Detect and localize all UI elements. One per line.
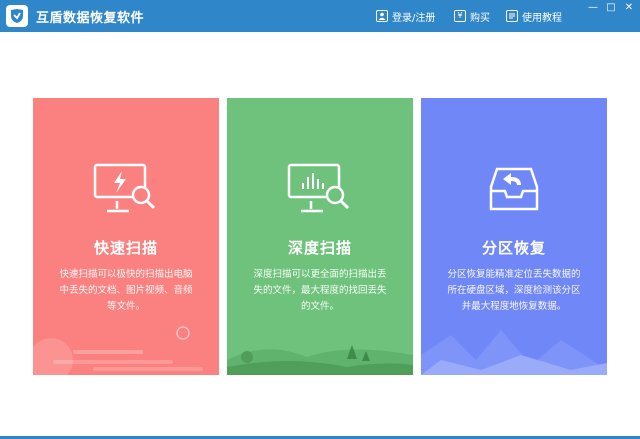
tutorial-label: 使用教程 [522,12,562,24]
maximize-button[interactable]: □ [602,0,620,14]
quick-scan-description: 快速扫描可以极快的扫描出电脑中丢失的文档、图片视频、音频等文件。 [59,269,193,312]
hills-trees-decoration [227,345,413,375]
monitor-lightning-search-icon [89,161,163,219]
document-icon [506,10,518,22]
partition-restore-description: 分区恢复能精准定位丢失数据的所在硬盘区域，深度检测该分区并最大程度地恢复数据。 [447,269,581,312]
app-title: 互盾数据恢复软件 [36,11,145,26]
buy-button[interactable]: ¥ 购买 [454,7,490,25]
tray-restore-arrow-icon [477,161,551,219]
deep-scan-card[interactable]: 深度扫描 深度扫描可以更全面的扫描出丢失的文件，最大程度的找回丢失的文件。 [227,98,413,375]
quick-scan-title: 快速扫描 [93,239,158,257]
yen-icon: ¥ [454,10,466,22]
close-button[interactable]: ✕ [620,0,638,14]
cloud-decoration [33,326,203,375]
app-logo-icon [6,5,28,27]
mountains-decoration [421,330,607,375]
tutorial-button[interactable]: 使用教程 [506,7,562,25]
monitor-chart-search-icon [283,161,357,219]
quick-scan-card[interactable]: 快速扫描 快速扫描可以极快的扫描出电脑中丢失的文档、图片视频、音频等文件。 [33,98,219,375]
user-login-icon [376,10,388,22]
partition-restore-card[interactable]: 分区恢复 分区恢复能精准定位丢失数据的所在硬盘区域，深度检测该分区并最大程度地恢… [421,98,607,375]
title-bar: 互盾数据恢复软件 登录/注册 ¥ 购买 使用教程 — □ ✕ [0,0,640,32]
buy-label: 购买 [470,12,490,24]
minimize-button[interactable]: — [584,0,602,14]
deep-scan-title: 深度扫描 [287,239,352,257]
login-register-label: 登录/注册 [392,12,436,24]
login-register-button[interactable]: 登录/注册 [376,7,435,25]
deep-scan-description: 深度扫描可以更全面的扫描出丢失的文件，最大程度的找回丢失的文件。 [253,269,387,312]
partition-restore-title: 分区恢复 [481,239,546,257]
